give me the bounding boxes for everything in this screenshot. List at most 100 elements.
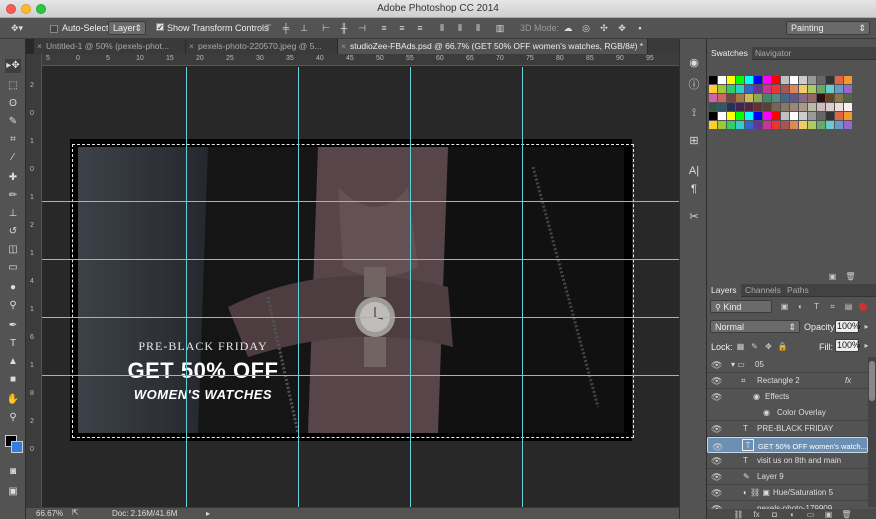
color-swatch[interactable] bbox=[826, 103, 834, 111]
close-icon[interactable]: × bbox=[341, 39, 346, 54]
close-icon[interactable]: × bbox=[37, 39, 42, 54]
tab-paths[interactable]: Paths bbox=[783, 284, 813, 297]
color-swatch[interactable] bbox=[790, 94, 798, 102]
layer-row-text[interactable]: 👁 Tvisit us on 8th and main bbox=[707, 453, 868, 469]
color-swatch[interactable] bbox=[745, 76, 753, 84]
layer-filter-dropdown[interactable]: ⚲ Kind bbox=[710, 300, 772, 313]
info-panel-icon[interactable]: ⓘ bbox=[685, 77, 703, 93]
blend-mode-dropdown[interactable]: Normal ⇕ bbox=[710, 320, 800, 333]
color-swatch[interactable] bbox=[709, 94, 717, 102]
eye-icon[interactable]: 👁 bbox=[711, 421, 722, 437]
3d-panel-icon[interactable]: ◉ bbox=[685, 55, 703, 71]
layer-row-pixel[interactable]: 👁 ✎ Layer 9 bbox=[707, 469, 868, 485]
color-swatch[interactable] bbox=[718, 103, 726, 111]
guide-horizontal[interactable] bbox=[42, 375, 679, 376]
character-panel-icon[interactable]: A| bbox=[685, 163, 703, 179]
color-swatch[interactable] bbox=[799, 85, 807, 93]
color-swatch[interactable] bbox=[781, 94, 789, 102]
crop-tool-icon[interactable]: ⌗ bbox=[5, 133, 21, 147]
color-swatch[interactable] bbox=[709, 76, 717, 84]
guide-horizontal[interactable] bbox=[42, 259, 679, 260]
screen-mode-icon[interactable]: ▣ bbox=[5, 485, 21, 499]
color-swatch[interactable] bbox=[763, 94, 771, 102]
clone-stamp-tool-icon[interactable]: ⊥ bbox=[5, 207, 21, 221]
color-swatch[interactable] bbox=[718, 85, 726, 93]
color-swatch[interactable] bbox=[727, 103, 735, 111]
color-swatch[interactable] bbox=[826, 112, 834, 120]
color-swatch[interactable] bbox=[799, 76, 807, 84]
color-swatch[interactable] bbox=[826, 94, 834, 102]
align-right-icon[interactable]: ⊣ bbox=[356, 22, 368, 34]
3d-orbit-icon[interactable]: ☁ bbox=[562, 22, 574, 34]
path-selection-tool-icon[interactable]: ▲ bbox=[5, 355, 21, 369]
color-swatch[interactable] bbox=[709, 112, 717, 120]
eraser-tool-icon[interactable]: ◫ bbox=[5, 243, 21, 257]
show-transform-checkbox[interactable]: ✓ bbox=[156, 23, 164, 32]
auto-select-checkbox[interactable] bbox=[50, 23, 58, 33]
pen-tool-icon[interactable]: ✒ bbox=[5, 319, 21, 333]
align-hcenter-icon[interactable]: ╫ bbox=[338, 22, 350, 34]
filter-adjustment-icon[interactable]: ◐ bbox=[795, 301, 806, 312]
close-icon[interactable]: × bbox=[189, 39, 194, 54]
eye-icon[interactable]: 👁 bbox=[711, 389, 722, 405]
lasso-tool-icon[interactable]: ʘ bbox=[5, 97, 21, 111]
eye-icon[interactable]: 👁 bbox=[711, 357, 722, 373]
color-swatch[interactable] bbox=[754, 85, 762, 93]
background-color-swatch[interactable] bbox=[11, 441, 23, 453]
3d-roll-icon[interactable]: ◎ bbox=[580, 22, 592, 34]
gradient-tool-icon[interactable]: ▭ bbox=[5, 261, 21, 275]
guide-vertical[interactable] bbox=[298, 67, 299, 507]
tab-untitled[interactable]: × Untitled-1 @ 50% (pexels-phot... bbox=[34, 39, 186, 54]
layer-row-effects[interactable]: 👁 ◉ Effects bbox=[707, 389, 868, 405]
type-tool-icon[interactable]: T bbox=[5, 337, 21, 351]
color-swatch[interactable] bbox=[718, 76, 726, 84]
distribute-hcenter-icon[interactable]: ⫴ bbox=[454, 22, 466, 34]
color-swatch[interactable] bbox=[844, 112, 852, 120]
color-swatch[interactable] bbox=[781, 76, 789, 84]
quick-selection-tool-icon[interactable]: ✎ bbox=[5, 115, 21, 129]
link-layers-icon[interactable]: ⛓ bbox=[733, 509, 744, 519]
export-icon[interactable]: ⇱ bbox=[72, 508, 79, 517]
trash-icon[interactable]: 🗑 bbox=[845, 271, 856, 282]
color-swatch[interactable] bbox=[781, 112, 789, 120]
layer-row-shape[interactable]: 👁 ⌗ Rectangle 2 fx bbox=[707, 373, 868, 389]
new-group-icon[interactable]: ▭ bbox=[805, 509, 816, 519]
lock-image-icon[interactable]: ✎ bbox=[749, 341, 760, 352]
eye-icon[interactable]: 👁 bbox=[711, 485, 722, 501]
auto-align-icon[interactable]: ▥ bbox=[494, 22, 506, 34]
color-swatch[interactable] bbox=[808, 85, 816, 93]
lock-position-icon[interactable]: ✥ bbox=[763, 341, 774, 352]
color-swatch[interactable] bbox=[763, 103, 771, 111]
layers-list[interactable]: 👁 ▾ ▭ 05 👁 ⌗ Rectangle 2 fx 👁 ◉ Effects ◉ Color … bbox=[707, 357, 868, 509]
color-swatch[interactable] bbox=[817, 76, 825, 84]
history-brush-tool-icon[interactable]: ↺ bbox=[5, 225, 21, 239]
color-swatch[interactable] bbox=[763, 85, 771, 93]
color-swatch[interactable] bbox=[772, 112, 780, 120]
distribute-right-icon[interactable]: ⫴ bbox=[472, 22, 484, 34]
color-swatch[interactable] bbox=[736, 103, 744, 111]
trash-icon[interactable]: 🗑 bbox=[841, 509, 852, 519]
color-swatch[interactable] bbox=[754, 76, 762, 84]
color-swatch[interactable] bbox=[709, 121, 717, 129]
new-swatch-icon[interactable]: ▣ bbox=[827, 271, 838, 282]
color-swatch[interactable] bbox=[790, 103, 798, 111]
color-swatch[interactable] bbox=[781, 85, 789, 93]
color-swatch[interactable] bbox=[835, 76, 843, 84]
eye-icon[interactable]: 👁 bbox=[711, 373, 722, 389]
color-swatch[interactable] bbox=[745, 112, 753, 120]
zoom-level[interactable]: 66.67% bbox=[36, 509, 63, 518]
guide-vertical[interactable] bbox=[410, 67, 411, 507]
tool-presets-icon[interactable]: ✂ bbox=[685, 209, 703, 225]
color-swatch[interactable] bbox=[709, 85, 717, 93]
color-swatch[interactable] bbox=[736, 121, 744, 129]
scrollbar-thumb[interactable] bbox=[869, 361, 875, 401]
layer-row-text[interactable]: 👁 T PRE-BLACK FRIDAY bbox=[707, 421, 868, 437]
filter-smart-object-icon[interactable]: ▤ bbox=[843, 301, 854, 312]
color-swatch[interactable] bbox=[808, 112, 816, 120]
color-swatch[interactable] bbox=[727, 121, 735, 129]
opacity-arrow-icon[interactable]: ▸ bbox=[861, 321, 872, 332]
color-swatch[interactable] bbox=[718, 112, 726, 120]
color-swatch[interactable] bbox=[817, 112, 825, 120]
canvas-area[interactable]: PRE-BLACK FRIDAY GET 50% OFF WOMEN'S WAT… bbox=[42, 67, 679, 507]
dodge-tool-icon[interactable]: ⚲ bbox=[5, 299, 21, 313]
